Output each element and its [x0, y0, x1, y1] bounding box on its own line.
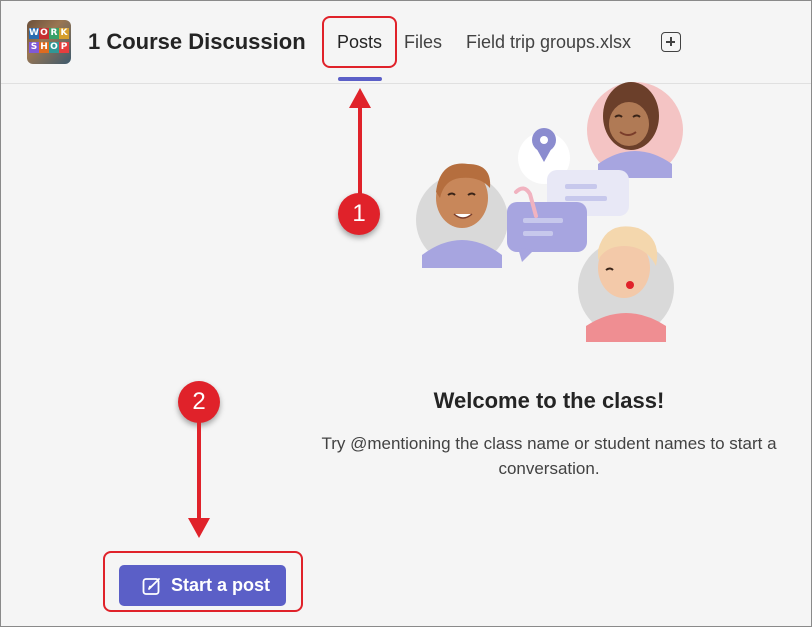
- callout-badge-1: 1: [338, 193, 380, 235]
- team-logo[interactable]: W O R K S H O P: [27, 20, 71, 64]
- tab-posts[interactable]: Posts: [337, 32, 382, 53]
- start-post-label: Start a post: [171, 575, 271, 595]
- welcome-illustration: [416, 82, 683, 342]
- window-frame: [0, 0, 812, 627]
- callout-badge-2: 2: [178, 381, 220, 423]
- tab-field-trip-groups[interactable]: Field trip groups.xlsx: [466, 32, 631, 53]
- arrow-up-icon: [349, 88, 371, 194]
- welcome-title: Welcome to the class!: [433, 388, 665, 413]
- arrow-down-icon: [188, 422, 210, 538]
- start-post-button[interactable]: Start a post: [119, 565, 286, 606]
- active-tab-indicator: [338, 77, 382, 81]
- tab-files[interactable]: Files: [404, 32, 442, 53]
- add-tab-icon[interactable]: [661, 32, 681, 52]
- channel-header: W O R K S H O P 1 Course Discussion Post…: [0, 0, 812, 84]
- welcome-body: Try @mentioning the class name or studen…: [321, 434, 777, 478]
- team-title: 1 Course Discussion: [88, 29, 306, 54]
- compose-icon: [142, 578, 160, 595]
